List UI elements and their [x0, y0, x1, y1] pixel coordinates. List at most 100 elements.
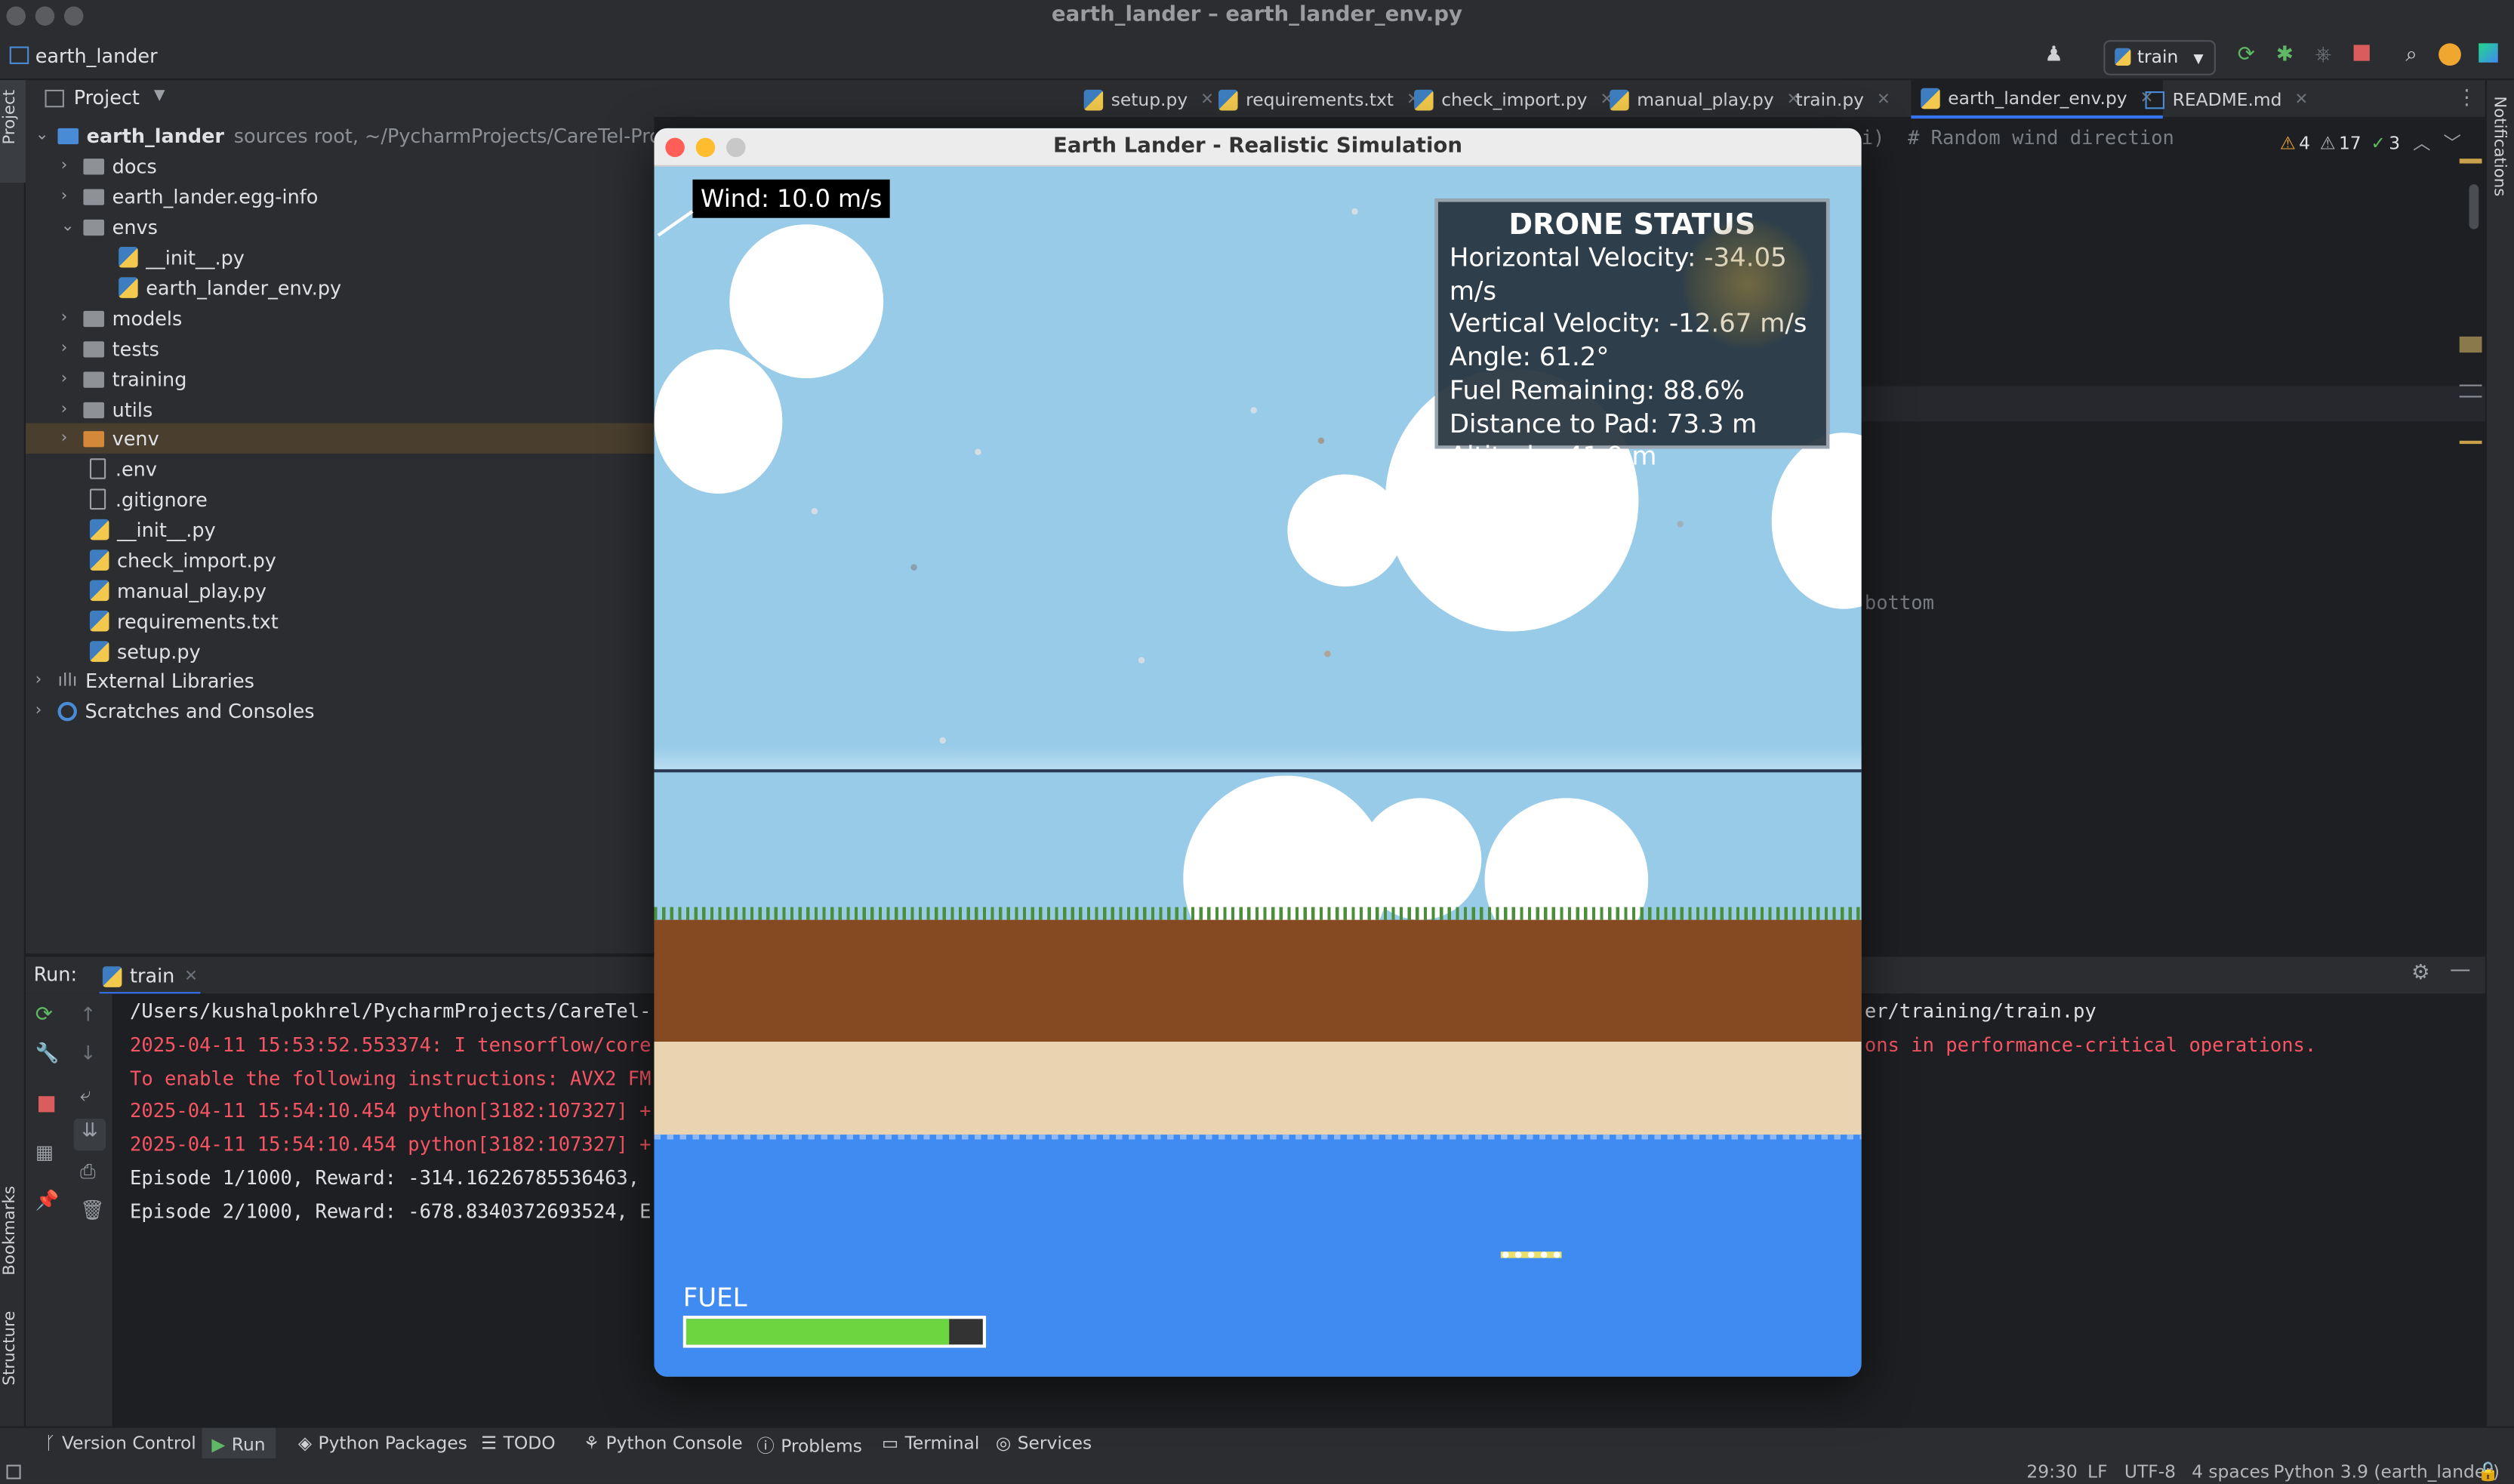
tree-item-earth-lander-env[interactable]: earth_lander_env.py: [119, 272, 341, 303]
rerun-icon[interactable]: ⟳: [2233, 43, 2259, 69]
tab-earth-lander-env[interactable]: earth_lander_env.py ✕: [1911, 80, 2164, 119]
tab-readme[interactable]: README.md ✕: [2136, 80, 2318, 119]
tab-manual-play[interactable]: manual_play.py ✕: [1600, 80, 1810, 119]
tree-item-models[interactable]: › models: [61, 303, 183, 333]
tree-item-label: .env: [115, 457, 157, 480]
tree-item-venv[interactable]: › venv: [61, 423, 159, 453]
error-stripe-mark[interactable]: [2459, 384, 2482, 398]
profile-icon[interactable]: ⎈: [2310, 43, 2336, 69]
arrow-down-icon[interactable]: ↓: [80, 1042, 96, 1064]
project-name[interactable]: earth_lander: [35, 45, 158, 67]
file-encoding[interactable]: UTF-8: [2124, 1461, 2176, 1482]
hide-panel-icon[interactable]: —: [2450, 959, 2471, 983]
close-icon[interactable]: ✕: [2295, 91, 2309, 108]
stop-icon[interactable]: [2349, 43, 2374, 69]
wrench-icon[interactable]: 🔧: [35, 1042, 60, 1064]
tool-label: Python Console: [605, 1433, 743, 1454]
code-line: i) # Random wind direction: [1861, 126, 2174, 149]
game-window[interactable]: Earth Lander - Realistic Simulation Wind…: [654, 128, 1862, 1377]
tree-item-manual-play[interactable]: manual_play.py: [89, 575, 266, 605]
tree-item-external-libraries[interactable]: › ıllı External Libraries: [35, 665, 254, 695]
search-icon[interactable]: ⌕: [2398, 43, 2424, 69]
layout-toggle-icon[interactable]: [6, 1464, 21, 1479]
tool-services[interactable]: ◎ Services: [996, 1433, 1092, 1454]
trash-icon[interactable]: 🗑: [80, 1199, 104, 1221]
chevron-down-icon[interactable]: ▼: [154, 88, 165, 104]
python-interpreter[interactable]: Python 3.9 (earth_lander): [2273, 1461, 2500, 1482]
tree-item-envs[interactable]: ⌄ envs: [61, 211, 158, 242]
tree-item-egg-info[interactable]: › earth_lander.egg-info: [61, 181, 319, 211]
sun: [1680, 216, 1816, 351]
project-tool-tab[interactable]: Project: [0, 80, 26, 183]
error-stripe-mark[interactable]: [2459, 440, 2482, 449]
rerun-icon[interactable]: ⟳: [35, 1003, 53, 1027]
tree-item-utils[interactable]: › utils: [61, 394, 153, 424]
error-stripe-mark[interactable]: [2459, 159, 2482, 164]
gear-icon[interactable]: ⚙: [2411, 962, 2430, 986]
update-icon[interactable]: [2437, 43, 2463, 69]
notifications-tool-label[interactable]: Notifications: [2490, 96, 2507, 196]
tool-label: Version Control: [61, 1433, 196, 1454]
close-icon[interactable]: ✕: [184, 967, 198, 984]
lock-icon[interactable]: 🔓: [2477, 1461, 2499, 1482]
tab-setup[interactable]: setup.py ✕: [1074, 80, 1224, 119]
tool-version-control[interactable]: ᚴ Version Control: [45, 1433, 196, 1454]
particle: [1138, 657, 1145, 663]
tree-item-requirements[interactable]: requirements.txt: [89, 606, 279, 636]
tab-requirements[interactable]: requirements.txt ✕: [1209, 80, 1429, 119]
inspections-widget[interactable]: ⚠ 4 ⚠ 17 ✓ 3 ︿ ﹀: [2280, 130, 2461, 155]
minimize-window-button[interactable]: [695, 137, 716, 158]
error-stripe-mark[interactable]: [2459, 336, 2482, 353]
tree-item-label: __init__.py: [117, 518, 216, 541]
line-separator[interactable]: LF: [2087, 1461, 2107, 1482]
soft-wrap-icon[interactable]: ⤶: [80, 1083, 91, 1107]
more-tabs-icon[interactable]: ⋮: [2457, 87, 2478, 111]
tool-python-packages[interactable]: ◈ Python Packages: [298, 1433, 467, 1454]
tree-item-setup[interactable]: setup.py: [89, 636, 201, 667]
layout-icon[interactable]: ▦: [35, 1141, 54, 1164]
zoom-window-button[interactable]: [726, 137, 746, 158]
debug-icon[interactable]: ✱: [2272, 43, 2297, 69]
stop-icon[interactable]: [38, 1096, 55, 1113]
scroll-to-end-icon[interactable]: ⇊: [73, 1118, 106, 1151]
particle: [1324, 650, 1331, 657]
grass: [654, 907, 1862, 920]
run-tab-train[interactable]: train ✕: [99, 960, 202, 996]
chevron-right-icon: ›: [60, 429, 68, 448]
tool-todo[interactable]: ☰ TODO: [481, 1433, 556, 1454]
editor-scrollbar[interactable]: [2469, 184, 2479, 229]
project-view-title[interactable]: Project: [74, 87, 140, 109]
tree-item-training[interactable]: › training: [61, 364, 187, 394]
indent-setting[interactable]: 4 spaces: [2192, 1461, 2269, 1482]
tool-python-console[interactable]: ⚘ Python Console: [584, 1433, 743, 1454]
structure-tool-label[interactable]: Structure: [2, 1311, 19, 1386]
caret-position[interactable]: 29:30: [2026, 1461, 2077, 1482]
print-icon[interactable]: ⎙: [80, 1160, 95, 1184]
tree-item-check-import[interactable]: check_import.py: [89, 545, 276, 575]
arrow-up-icon[interactable]: ↑: [80, 1003, 96, 1026]
close-window-button[interactable]: [665, 137, 685, 158]
tree-item-envs-init[interactable]: __init__.py: [119, 242, 245, 272]
tab-label: check_import.py: [1441, 88, 1588, 110]
bookmarks-tool-label[interactable]: Bookmarks: [2, 1186, 19, 1276]
tool-label: Problems: [781, 1435, 862, 1456]
tree-item-tests[interactable]: › tests: [61, 334, 159, 364]
tab-train[interactable]: train.py ✕: [1786, 80, 1900, 119]
tool-run[interactable]: ▶ Run: [202, 1427, 276, 1461]
pin-icon[interactable]: 📌: [35, 1189, 60, 1212]
run-configuration-select[interactable]: train ▼: [2103, 40, 2216, 75]
tab-check-import[interactable]: check_import.py ✕: [1404, 80, 1623, 119]
tree-item-env[interactable]: .env: [89, 454, 157, 484]
tree-item-init[interactable]: __init__.py: [89, 515, 216, 545]
chevron-up-icon[interactable]: ︿: [2413, 130, 2430, 155]
user-icon[interactable]: ♟: [2041, 43, 2066, 69]
tree-item-gitignore[interactable]: .gitignore: [89, 484, 208, 514]
close-icon[interactable]: ✕: [1877, 91, 1890, 108]
tree-item-docs[interactable]: › docs: [61, 151, 157, 181]
jetbrains-logo-icon[interactable]: [2475, 43, 2501, 69]
chevron-down-icon[interactable]: ﹀: [2443, 130, 2460, 155]
tree-root[interactable]: ⌄ earth_lander sources root, ~/PycharmPr…: [35, 120, 725, 150]
tool-problems[interactable]: ⓘ Problems: [756, 1433, 862, 1458]
tree-item-scratches[interactable]: › Scratches and Consoles: [35, 695, 315, 725]
tool-terminal[interactable]: ▭ Terminal: [882, 1433, 979, 1454]
